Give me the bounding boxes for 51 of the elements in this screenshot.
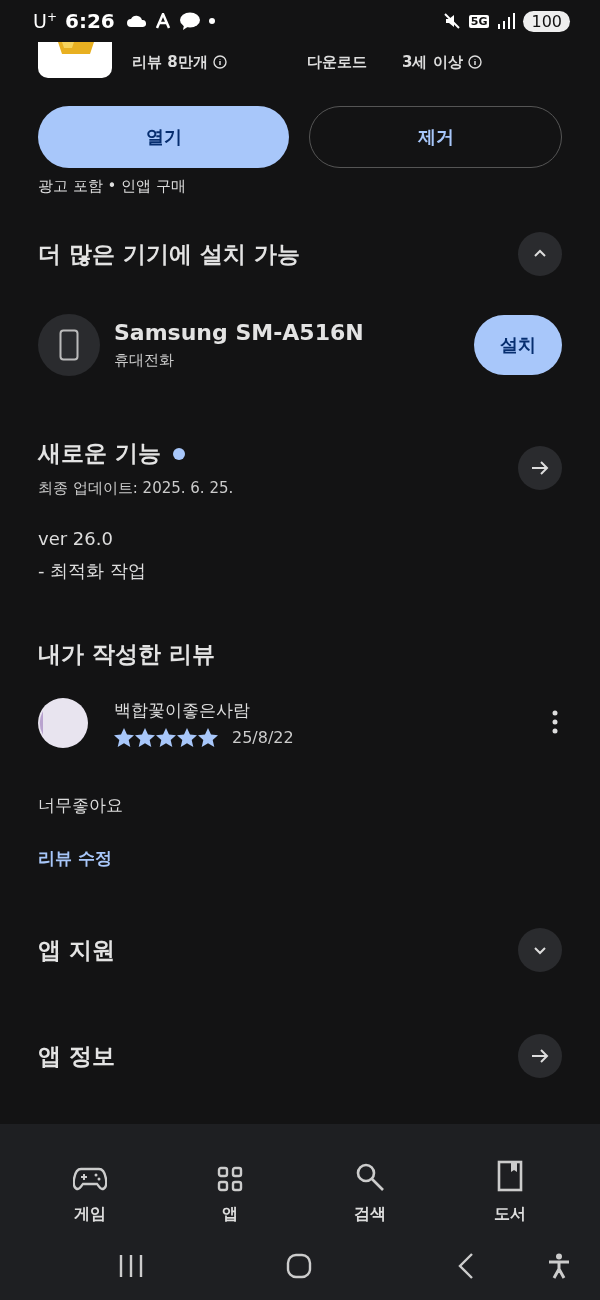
avatar-icon [38,698,88,748]
section-title: 새로운 기능 [38,439,161,468]
home-button[interactable] [286,1253,312,1279]
action-button[interactable]: 열기 [38,106,289,168]
release-note: ver 26.0 [38,528,114,549]
purchase-note: 광고 포함 • 인앱 구매 [37,176,187,196]
book-icon [497,1160,523,1192]
arrow-icon [530,1047,550,1065]
dot-icon [208,18,215,24]
clock: 6:26 [65,9,115,33]
nav-tab[interactable]: 도서 [460,1138,560,1226]
chat-bubble-icon [178,12,201,30]
device-name: Samsung SM-A516N [114,320,365,345]
network-label: 5G [468,14,490,28]
stat-label: 3세 이상 [402,52,463,72]
search-icon [355,1162,385,1192]
app-icon [38,42,112,78]
accessibility-icon[interactable] [548,1253,570,1279]
reviewer-name: 백합꽃이좋은사람 [114,699,251,722]
section-title: 더 많은 기기에 설치 가능 [38,239,301,269]
update-date: 최종 업데이트: 2025. 6. 25. [38,479,234,498]
mute-icon [442,12,461,30]
section-title: 내가 작성한 리뷰 [37,640,216,669]
nav-tab[interactable]: 검색 [320,1138,420,1226]
stat-label: 다운로드 [307,52,367,72]
more-icon [552,709,558,734]
review-text: 너무좋아요 [37,794,124,817]
arrow-icon [530,459,550,477]
carrier-label: U$^{+}$ [33,9,57,33]
gamepad-icon [73,1166,107,1192]
battery-indicator: 100 [523,10,570,32]
device-type: 휴대전화 [114,351,175,370]
arrow-button[interactable] [518,446,562,490]
recents-button[interactable] [118,1254,144,1278]
stat-label: 리뷰 8만개 [132,52,208,72]
info-icon[interactable] [212,55,227,69]
letter-icon [154,13,171,29]
nav-tab[interactable]: 게임 [40,1138,140,1226]
edit-review-link[interactable]: 리뷰 수정 [0,817,150,870]
info-icon[interactable] [467,55,482,69]
grid-icon [217,1166,243,1192]
install-button[interactable]: 설치 [474,315,562,375]
section-title: 앱 지원 [38,935,115,965]
nav-tab[interactable]: 앱 [180,1138,280,1226]
release-note: - 최적화 작업 [38,559,147,583]
section-title: 앱 정보 [38,1041,115,1071]
cloud-icon [126,15,147,27]
back-button[interactable] [458,1253,474,1279]
signal-icon [497,13,516,29]
review-date: 25/8/22 [232,728,294,747]
arrow-button[interactable] [518,1034,562,1078]
